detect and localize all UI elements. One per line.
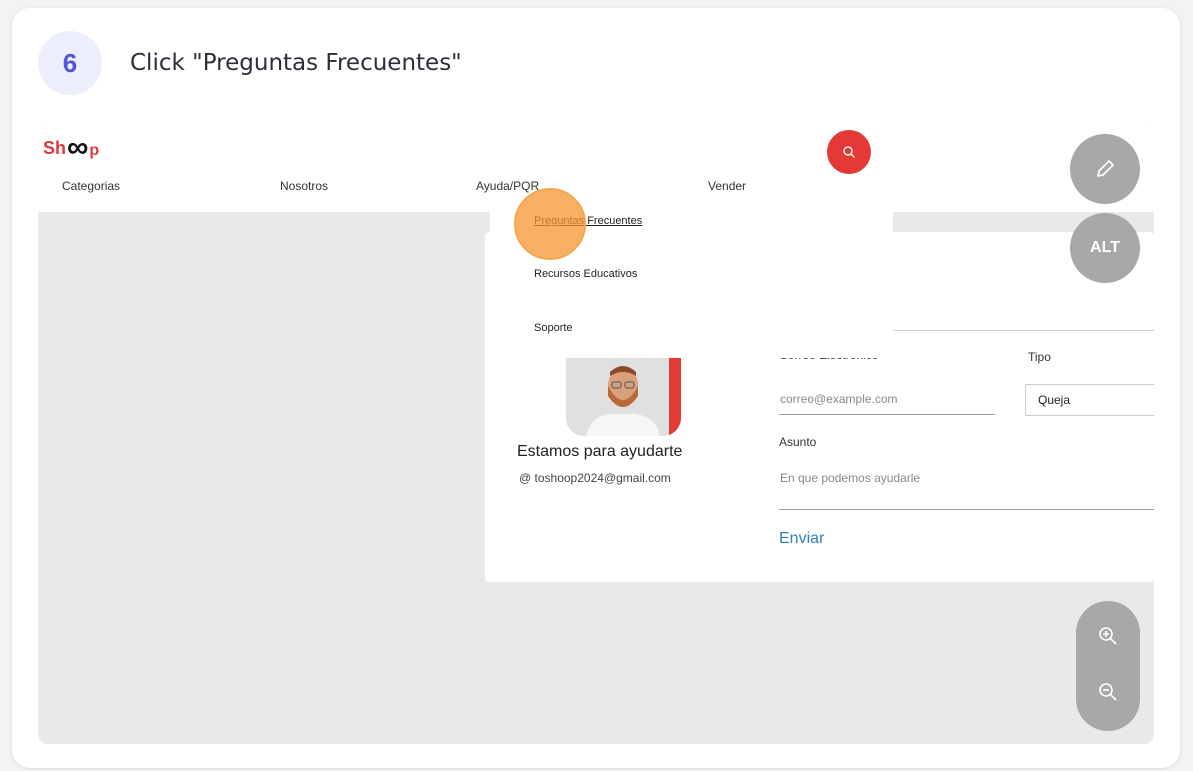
submit-button[interactable]: Enviar	[779, 530, 824, 548]
zoom-controls	[1076, 601, 1140, 731]
contact-email[interactable]: toshoop2024@gmail.com	[535, 471, 671, 485]
menu-item-soporte[interactable]: Soporte	[534, 322, 573, 334]
at-icon: @	[519, 471, 532, 485]
site-logo[interactable]: Sh ∞ p	[43, 131, 100, 164]
logo-text-right: p	[89, 142, 100, 159]
nav-ayuda-pqr[interactable]: Ayuda/PQR	[476, 179, 539, 193]
contact-heading: Estamos para ayudarte	[517, 443, 683, 460]
contact-email-row: @ toshoop2024@gmail.com	[519, 471, 671, 485]
edit-button[interactable]	[1070, 134, 1140, 204]
pencil-icon	[1097, 160, 1114, 177]
photo-accent-bar	[669, 356, 681, 436]
support-person-photo	[566, 356, 681, 436]
subject-input-underline	[779, 509, 1154, 510]
menu-item-recursos-educativos[interactable]: Recursos Educativos	[534, 268, 637, 280]
email-input[interactable]: correo@example.com	[780, 392, 898, 406]
subject-input[interactable]: En que podemos ayudarle	[780, 471, 920, 485]
zoom-out-icon	[1099, 683, 1117, 701]
form-divider	[893, 330, 1154, 331]
type-select[interactable]: Queja	[1025, 384, 1154, 416]
alt-text-button[interactable]: ALT	[1070, 213, 1140, 283]
zoom-in-icon	[1099, 627, 1117, 645]
email-input-underline	[779, 414, 995, 415]
search-button[interactable]	[827, 130, 871, 174]
logo-infinity-mark: ∞	[67, 131, 89, 164]
subject-label: Asunto	[779, 435, 817, 449]
site-navbar: Sh ∞ p Categorias Nosotros Ayuda/PQR Ven…	[38, 122, 1154, 212]
logo-text-left: Sh	[43, 137, 67, 158]
zoom-out-button[interactable]	[1093, 677, 1123, 707]
type-select-value: Queja	[1038, 393, 1071, 407]
type-label: Tipo	[1028, 350, 1051, 364]
nav-categorias[interactable]: Categorias	[62, 179, 120, 193]
search-icon	[843, 146, 855, 158]
click-target-highlight	[514, 188, 586, 260]
step-number-badge: 6	[38, 31, 102, 95]
nav-nosotros[interactable]: Nosotros	[280, 179, 328, 193]
person-illustration	[566, 356, 681, 436]
nav-vender[interactable]: Vender	[708, 179, 746, 193]
step-instruction: Click "Preguntas Frecuentes"	[130, 50, 462, 76]
screenshot-frame: Sh ∞ p Categorias Nosotros Ayuda/PQR Ven…	[38, 122, 1154, 744]
zoom-in-button[interactable]	[1093, 621, 1123, 651]
